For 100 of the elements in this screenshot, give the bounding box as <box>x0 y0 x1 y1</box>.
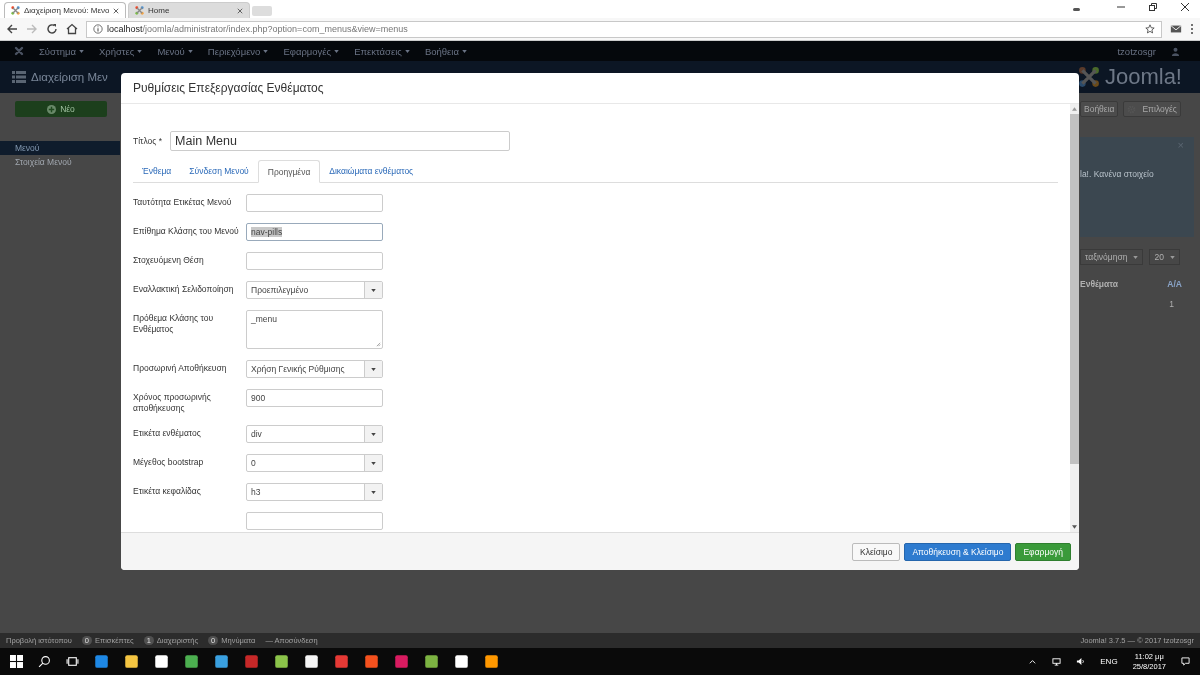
browser-tab[interactable]: Διαχείριση Μενού: Μενο <box>4 2 126 18</box>
modal-title: Ρυθμίσεις Επεξεργασίας Ενθέματος <box>133 81 324 95</box>
field-label: Εναλλακτική Σελιδοποίηση <box>133 283 235 295</box>
plus-icon <box>47 104 57 114</box>
field-label: Προσωρινή Αποθήκευση <box>133 362 228 374</box>
input-field[interactable]: 900 <box>246 389 383 407</box>
limit-select[interactable]: 20 <box>1149 249 1180 265</box>
address-field[interactable]: localhost/joomla/administrator/index.php?option=com_menus&view=menus <box>86 20 1162 38</box>
field-label: Χρόνος προσωρινής αποθήκευσης <box>133 391 212 414</box>
options-label: Επιλογές <box>1142 104 1177 114</box>
menu-item[interactable]: Σύστημα <box>39 45 76 57</box>
user-link[interactable]: tzotzosgr <box>1117 45 1156 57</box>
windows-icon[interactable] <box>10 655 23 668</box>
text-area[interactable]: _menu <box>246 310 383 349</box>
caret-icon <box>263 49 269 53</box>
app-icon[interactable] <box>484 654 499 669</box>
column-header[interactable]: Ενθέματα <box>1080 279 1119 289</box>
app-icon[interactable] <box>334 654 349 669</box>
select-field[interactable]: Προεπιλεγμένο <box>246 281 383 299</box>
field-label: Τίτλος * <box>133 136 163 146</box>
input-field[interactable] <box>246 194 383 212</box>
dialog-button[interactable]: Κλείσιμο <box>852 542 901 561</box>
list-icon <box>12 71 26 83</box>
table-cell: 1 <box>1169 299 1174 309</box>
column-header[interactable]: Α/Α <box>1167 279 1182 289</box>
help-button[interactable]: Βοήθεια <box>1080 101 1119 117</box>
alert-text: la!. Κανένα στοιχείο <box>1080 169 1154 179</box>
menu-item[interactable]: Επεκτάσεις <box>354 45 402 57</box>
title-field[interactable]: Main Menu <box>170 131 511 151</box>
caret-icon <box>137 49 143 53</box>
tab[interactable]: Προηγμένα <box>257 160 321 183</box>
sidebar-item[interactable]: Στοιχεία Μενού <box>0 155 120 169</box>
tab[interactable]: Ένθεμα <box>133 160 181 182</box>
logo-text: Joomla! <box>1104 64 1182 90</box>
notification-icon[interactable] <box>1181 657 1190 666</box>
joomla-icon <box>135 6 144 15</box>
menu-icon[interactable] <box>1190 23 1194 35</box>
caret-icon <box>371 461 376 465</box>
task-view-icon[interactable] <box>66 655 79 668</box>
input-field[interactable]: nav-pills <box>246 223 383 241</box>
search-icon[interactable] <box>38 655 51 668</box>
user-icon[interactable] <box>1171 46 1180 56</box>
sidebar-item[interactable]: Μενού <box>0 141 120 155</box>
caret-icon <box>371 367 376 371</box>
joomla-icon[interactable] <box>14 46 24 56</box>
field-label: Ετικέτα κεφαλίδας <box>133 485 202 497</box>
page-title: Διαχείριση Μεν <box>31 71 108 83</box>
select-field[interactable]: 0 <box>246 454 383 472</box>
menu-item[interactable]: Εφαρμογές <box>283 45 332 57</box>
tab[interactable]: Δικαιώματα ενθέματος <box>320 160 423 182</box>
sort-select[interactable]: ταξινόμηση <box>1080 249 1144 265</box>
caret-icon <box>334 49 340 53</box>
new-button[interactable]: Νέο <box>15 101 107 117</box>
caret-icon <box>461 49 467 53</box>
star-icon[interactable] <box>1145 24 1155 34</box>
resize-grip-icon[interactable] <box>376 342 381 347</box>
language-indicator[interactable]: ENG <box>1100 657 1118 666</box>
caret-icon <box>371 490 376 494</box>
caret-icon <box>1133 255 1139 259</box>
field-label: Στοχευόμενη Θέση <box>133 254 205 266</box>
select-field[interactable]: Χρήση Γενικής Ρύθμισης <box>246 360 383 378</box>
volume-icon[interactable] <box>1076 657 1086 666</box>
tab[interactable]: Σύνδεση Μενού <box>180 160 258 182</box>
app-icon[interactable] <box>364 654 379 669</box>
dialog-button[interactable]: Εφαρμογή <box>1015 542 1071 561</box>
caret-icon <box>404 49 410 53</box>
caret-icon <box>1169 255 1175 259</box>
menu-item[interactable]: Χρήστες <box>98 45 135 57</box>
restore-icon[interactable] <box>1148 2 1158 12</box>
input-field[interactable] <box>246 252 383 270</box>
scrollbar[interactable] <box>1070 104 1079 532</box>
select-field[interactable]: div <box>246 425 383 443</box>
caret-icon <box>371 288 376 292</box>
field-label: Επίθημα Κλάσης του Μενού <box>133 225 240 237</box>
caret-icon <box>371 432 376 436</box>
input-field[interactable] <box>246 512 383 530</box>
network-icon[interactable] <box>1052 657 1062 666</box>
close-icon[interactable] <box>1180 2 1190 12</box>
joomla-logo-icon <box>1077 66 1100 88</box>
back-icon[interactable] <box>6 23 18 35</box>
field-label: Πρόθεμα Κλάσης του Ενθέματος <box>133 312 215 335</box>
options-button[interactable]: Επιλογές <box>1123 101 1181 117</box>
dialog-button[interactable]: Αποθήκευση & Κλείσιμο <box>904 542 1012 561</box>
menu-item[interactable]: Περιεχόμενο <box>207 45 261 57</box>
menu-item[interactable]: Βοήθεια <box>424 45 459 57</box>
browser-tab[interactable]: Home <box>128 2 250 18</box>
app-icon[interactable] <box>394 654 409 669</box>
caret-icon <box>78 49 84 53</box>
scroll-down-icon[interactable] <box>1072 525 1077 529</box>
field-label: Ετικέτα ενθέματος <box>133 427 202 439</box>
select-field[interactable]: h3 <box>246 483 383 501</box>
menu-item[interactable]: Μενού <box>157 45 185 57</box>
reload-icon[interactable] <box>46 23 58 35</box>
field-label: Μέγεθος bootstrap <box>133 456 205 468</box>
caret-icon <box>187 49 193 53</box>
joomla-icon <box>11 6 20 15</box>
chevron-up-icon[interactable] <box>1028 657 1038 666</box>
close-icon[interactable] <box>113 7 119 14</box>
field-label: Ταυτότητα Ετικέτας Μενού <box>133 196 233 208</box>
home-icon[interactable] <box>66 23 78 35</box>
